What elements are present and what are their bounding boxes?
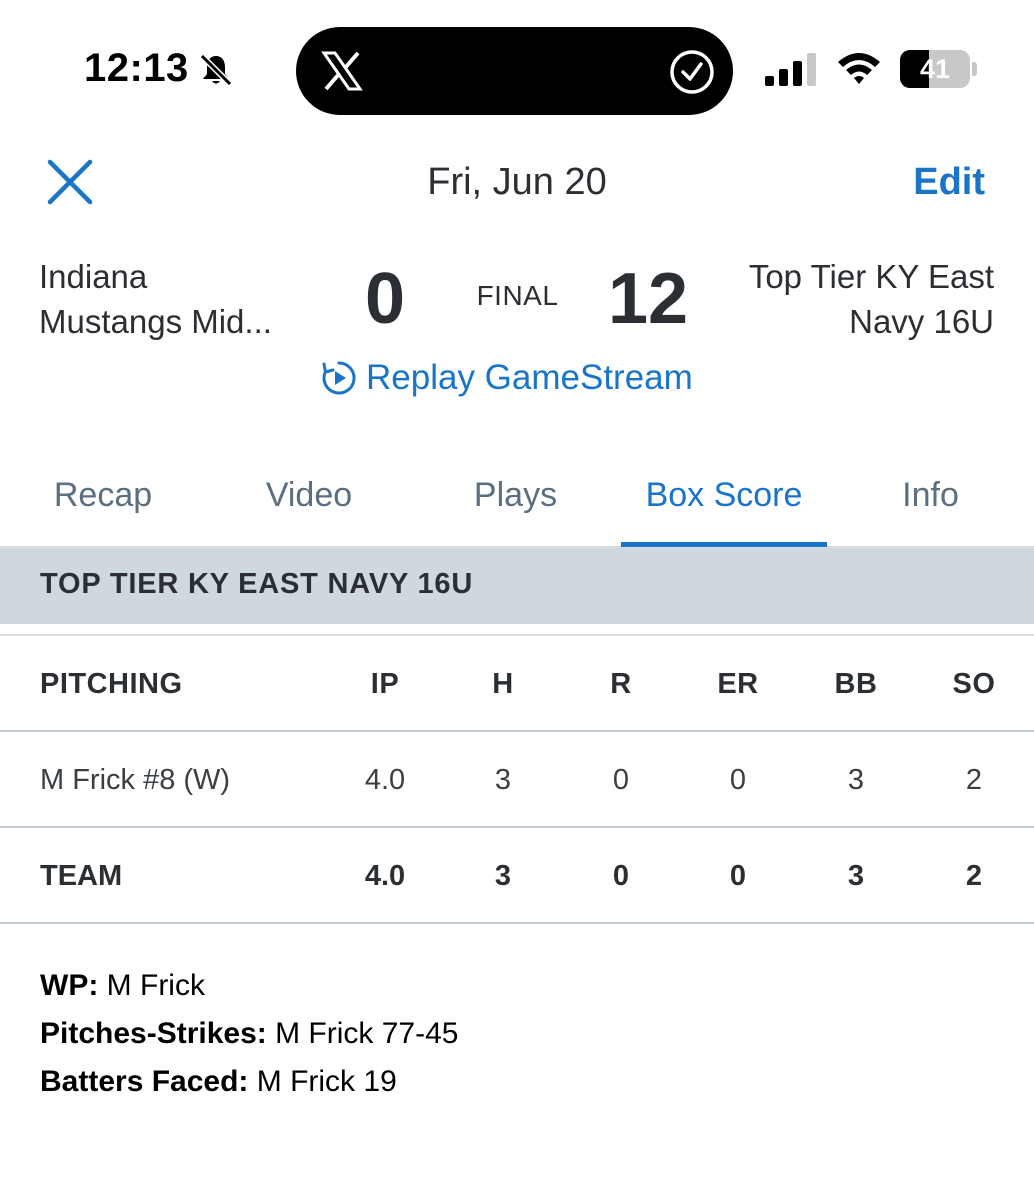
note-winning-pitcher: WP: M Frick (40, 962, 458, 1010)
team-total-row: TEAM 4.0 3 0 0 3 2 (0, 828, 1034, 924)
pitching-table: PITCHING IP H R ER BB SO M Frick #8 (W) … (0, 636, 1034, 924)
team-stat-er: 0 (729, 860, 747, 892)
tab-box-score[interactable]: Box Score (621, 462, 827, 548)
note-label: WP: (40, 969, 99, 1002)
x-logo-icon (321, 51, 363, 91)
note-value: M Frick 19 (248, 1065, 397, 1098)
column-header-ip[interactable]: IP (345, 636, 425, 732)
status-bar: 12:13 41 (0, 0, 1034, 140)
team-section-header: TOP TIER KY EAST NAVY 16U (0, 548, 1034, 624)
home-team-line2: Navy 16U (849, 303, 994, 340)
dynamic-island (296, 27, 733, 115)
stat-ip: 4.0 (364, 764, 406, 796)
note-pitches-strikes: Pitches-Strikes: M Frick 77-45 (40, 1010, 458, 1058)
team-stat-r: 0 (612, 860, 630, 892)
column-header-h[interactable]: H (463, 636, 543, 732)
stat-er: 0 (729, 764, 747, 796)
note-batters-faced: Batters Faced: M Frick 19 (40, 1058, 458, 1106)
player-name: M Frick #8 (W) (40, 764, 231, 796)
active-tab-indicator (621, 542, 827, 547)
bell-slash-icon (199, 53, 233, 87)
tab-plays[interactable]: Plays (412, 462, 619, 548)
team-stat-bb: 3 (847, 860, 865, 892)
table-header-row: PITCHING IP H R ER BB SO (0, 636, 1034, 732)
check-circle-icon (670, 50, 714, 94)
team-stat-so: 2 (965, 860, 983, 892)
tab-recap[interactable]: Recap (0, 462, 206, 548)
status-time: 12:13 (84, 46, 189, 90)
replay-label: Replay GameStream (366, 358, 693, 397)
battery-level: 41 (919, 54, 951, 84)
tab-bar: Recap Video Plays Box Score Info (0, 462, 1034, 548)
close-icon[interactable] (44, 156, 96, 208)
away-team-name[interactable]: Indiana Mustangs Mid... (39, 254, 339, 344)
tab-video[interactable]: Video (206, 462, 412, 548)
column-header-r[interactable]: R (581, 636, 661, 732)
stat-so: 2 (965, 764, 983, 796)
game-status: FINAL (476, 280, 559, 311)
tab-info[interactable]: Info (827, 462, 1034, 548)
signal-icon (765, 53, 816, 86)
note-label: Batters Faced: (40, 1065, 249, 1098)
home-team-line1: Top Tier KY East (748, 258, 994, 295)
replay-gamestream-button[interactable]: Replay GameStream (320, 356, 693, 400)
away-team-line2: Mustangs Mid... (39, 303, 272, 340)
battery-icon: 41 (900, 50, 978, 88)
table-row[interactable]: M Frick #8 (W) 4.0 3 0 0 3 2 (0, 732, 1034, 828)
team-stat-ip: 4.0 (364, 860, 406, 892)
note-value: M Frick 77-45 (266, 1017, 459, 1050)
stat-r: 0 (612, 764, 630, 796)
column-header-so[interactable]: SO (934, 636, 1014, 732)
away-team-line1: Indiana (39, 258, 148, 295)
pitching-notes: WP: M Frick Pitches-Strikes: M Frick 77-… (40, 962, 458, 1106)
stat-bb: 3 (847, 764, 865, 796)
team-total-label: TEAM (40, 860, 123, 892)
replay-icon (322, 361, 356, 395)
column-header-er[interactable]: ER (698, 636, 778, 732)
page-title: Fri, Jun 20 (427, 161, 607, 203)
note-value: M Frick (98, 969, 205, 1002)
edit-button[interactable]: Edit (913, 161, 985, 204)
column-header-bb[interactable]: BB (816, 636, 896, 732)
stat-h: 3 (494, 764, 512, 796)
home-team-name[interactable]: Top Tier KY East Navy 16U (694, 254, 994, 344)
note-label: Pitches-Strikes: (40, 1017, 267, 1050)
column-header-pitching[interactable]: PITCHING (40, 636, 183, 732)
wifi-icon (838, 53, 880, 84)
team-stat-h: 3 (494, 860, 512, 892)
away-score: 0 (364, 259, 406, 339)
team-section-title: TOP TIER KY EAST NAVY 16U (40, 568, 474, 600)
home-score: 12 (607, 259, 689, 339)
